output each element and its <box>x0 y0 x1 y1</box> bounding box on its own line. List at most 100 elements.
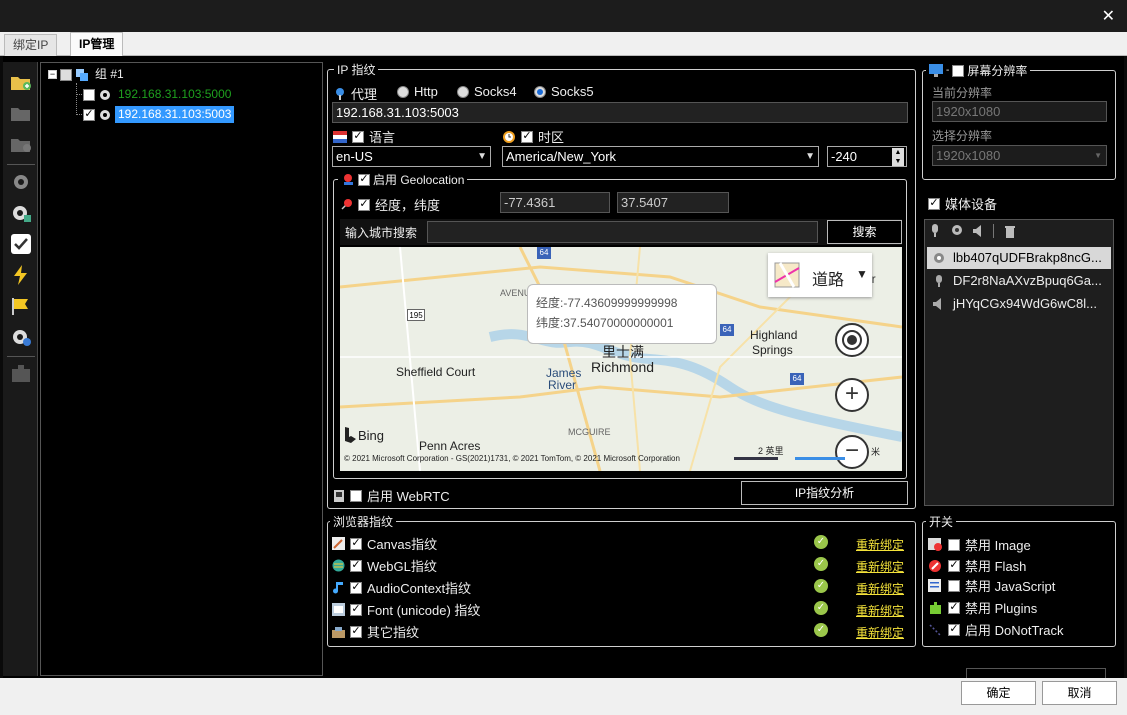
map-style-selector[interactable]: 道路 ▼ <box>768 253 872 297</box>
http-radio[interactable] <box>397 85 409 98</box>
ip-analysis-button[interactable]: IP指纹分析 <box>741 481 908 505</box>
disable-flash-checkbox[interactable]: ✓ <box>948 559 960 572</box>
group-checkbox[interactable] <box>60 68 72 81</box>
media-device-list: lbb407qUDFBrakp8ncG... DF2r8NaAXvzBpuq6G… <box>924 219 1114 506</box>
flag-icon[interactable] <box>10 296 32 316</box>
media-device-item[interactable]: DF2r8NaAXvzBpuq6Ga... <box>927 270 1111 292</box>
map-label-river: River <box>548 378 577 392</box>
media-devices-checkbox[interactable]: ✓ <box>928 197 940 210</box>
webcam-icon[interactable] <box>951 224 963 238</box>
flag-language-icon <box>333 130 347 143</box>
city-search-input[interactable] <box>427 221 818 243</box>
media-devices-label: 媒体设备 <box>945 197 998 212</box>
rebind-canvas-link[interactable]: 重新绑定 <box>856 536 904 553</box>
media-device-item[interactable]: jHYqCGx94WdG6wC8l... <box>927 293 1111 315</box>
confirm-button[interactable]: 确定 <box>961 681 1036 705</box>
geolocation-checkbox[interactable]: ✓ <box>358 173 370 186</box>
lnglat-checkbox[interactable]: ✓ <box>358 198 370 211</box>
tree-item[interactable]: 192.168.31.103:5000 <box>83 86 234 103</box>
socks5-radio[interactable] <box>534 85 546 98</box>
tooltip-longitude: 经度:-77.43609999999998 <box>536 296 678 310</box>
audio-checkbox[interactable]: ✓ <box>350 581 362 594</box>
protocol-http[interactable]: Http <box>397 84 438 99</box>
trash-icon[interactable] <box>1004 224 1016 238</box>
mic-icon <box>936 275 942 287</box>
disable-image-label: 禁用 Image <box>965 538 1031 553</box>
toolbox-icon <box>332 627 345 638</box>
remove-folder-icon[interactable] <box>10 134 32 154</box>
media-device-item[interactable]: lbb407qUDFBrakp8ncG... <box>927 247 1111 269</box>
tree-group[interactable]: − 组 #1 <box>48 66 127 83</box>
resolution-label: 屏幕分辨率 <box>967 64 1028 78</box>
switch-flash: ✓ 禁用 Flash <box>928 556 1026 575</box>
gear-user-icon[interactable] <box>10 327 32 347</box>
language-select[interactable]: en-US ▼ <box>332 146 491 167</box>
add-folder-icon[interactable] <box>10 72 32 92</box>
cancel-button[interactable]: 取消 <box>1042 681 1117 705</box>
ip-tree: − 组 #1 192.168.31.103:5000 ✓ 192.168.31.… <box>40 62 323 676</box>
switch-javascript: 禁用 JavaScript <box>928 576 1055 595</box>
font-checkbox[interactable]: ✓ <box>350 603 362 616</box>
disable-image-checkbox[interactable] <box>948 538 960 551</box>
rebind-font-link[interactable]: 重新绑定 <box>856 602 904 619</box>
map-label-penn-acres: Penn Acres <box>419 439 481 453</box>
locate-me-icon[interactable] <box>835 323 869 357</box>
other-checkbox[interactable]: ✓ <box>350 625 362 638</box>
lnglat-label: 经度，纬度 <box>375 198 441 213</box>
timezone-label: 时区 <box>538 130 565 145</box>
protocol-socks4[interactable]: Socks4 <box>457 84 517 99</box>
search-button[interactable]: 搜索 <box>827 220 902 244</box>
ok-status-icon: ✓ <box>814 557 828 571</box>
map-view[interactable]: 64 195 64 64 AVENUE Highland Springs 里士满… <box>340 247 902 471</box>
tree-item-selected[interactable]: ✓ 192.168.31.103:5003 <box>83 106 235 123</box>
lightning-icon[interactable] <box>10 265 32 285</box>
font-label: Font (unicode) 指纹 <box>367 603 481 618</box>
browser-fingerprint-title: 浏览器指纹 <box>330 513 397 530</box>
timezone-value: America/New_York <box>506 149 617 164</box>
stepper-up-icon[interactable]: ▲ <box>892 148 904 157</box>
settings-gear-icon[interactable] <box>10 172 32 192</box>
close-icon[interactable]: ✕ <box>1102 6 1115 26</box>
longitude-field[interactable]: -77.4361 <box>500 192 610 213</box>
disable-javascript-checkbox[interactable] <box>948 579 960 592</box>
tree-item-checkbox[interactable] <box>83 88 95 101</box>
mic-icon[interactable] <box>929 224 941 238</box>
stepper-down-icon[interactable]: ▼ <box>892 157 904 166</box>
puzzle-icon[interactable] <box>10 364 32 384</box>
canvas-checkbox[interactable]: ✓ <box>350 537 362 550</box>
gear-export-icon[interactable] <box>10 203 32 223</box>
resolution-select-value: 1920x1080 <box>936 148 1001 163</box>
tab-bind-ip[interactable]: 绑定IP <box>4 34 58 56</box>
zoom-in-icon[interactable]: + <box>835 378 869 412</box>
route-shield-64: 64 <box>720 324 734 336</box>
monitor-icon <box>929 64 943 77</box>
timezone-offset-stepper[interactable]: -240 ▲ ▼ <box>827 146 907 167</box>
route-shield-64: 64 <box>537 247 551 259</box>
check-icon[interactable] <box>10 234 32 254</box>
webgl-checkbox[interactable]: ✓ <box>350 559 362 572</box>
disable-plugins-label: 禁用 Plugins <box>965 601 1038 616</box>
collapse-icon[interactable]: − <box>48 70 57 79</box>
protocol-socks5[interactable]: Socks5 <box>534 84 594 99</box>
enable-dnt-checkbox[interactable]: ✓ <box>948 623 960 636</box>
tree-item-checkbox[interactable]: ✓ <box>83 108 95 121</box>
rebind-other-link[interactable]: 重新绑定 <box>856 624 904 641</box>
timezone-checkbox[interactable]: ✓ <box>521 130 533 143</box>
rebind-webgl-link[interactable]: 重新绑定 <box>856 558 904 575</box>
rebind-audio-link[interactable]: 重新绑定 <box>856 580 904 597</box>
webrtc-checkbox[interactable] <box>350 489 362 502</box>
socks4-radio[interactable] <box>457 85 469 98</box>
edit-folder-icon[interactable] <box>10 103 32 123</box>
speaker-icon[interactable] <box>973 225 983 237</box>
zoom-out-icon[interactable]: − <box>835 435 869 469</box>
language-checkbox[interactable]: ✓ <box>352 130 364 143</box>
image-block-icon <box>928 537 942 551</box>
timezone-select[interactable]: America/New_York ▼ <box>502 146 819 167</box>
tab-ip-management[interactable]: IP管理 <box>70 32 124 56</box>
footer-divider <box>966 668 1106 678</box>
resolution-checkbox[interactable] <box>952 64 965 77</box>
disable-plugins-checkbox[interactable]: ✓ <box>948 601 960 614</box>
latitude-field[interactable]: 37.5407 <box>617 192 729 213</box>
resolution-select[interactable]: 1920x1080 ▼ <box>932 145 1107 166</box>
proxy-address-field[interactable]: 192.168.31.103:5003 <box>332 102 908 123</box>
